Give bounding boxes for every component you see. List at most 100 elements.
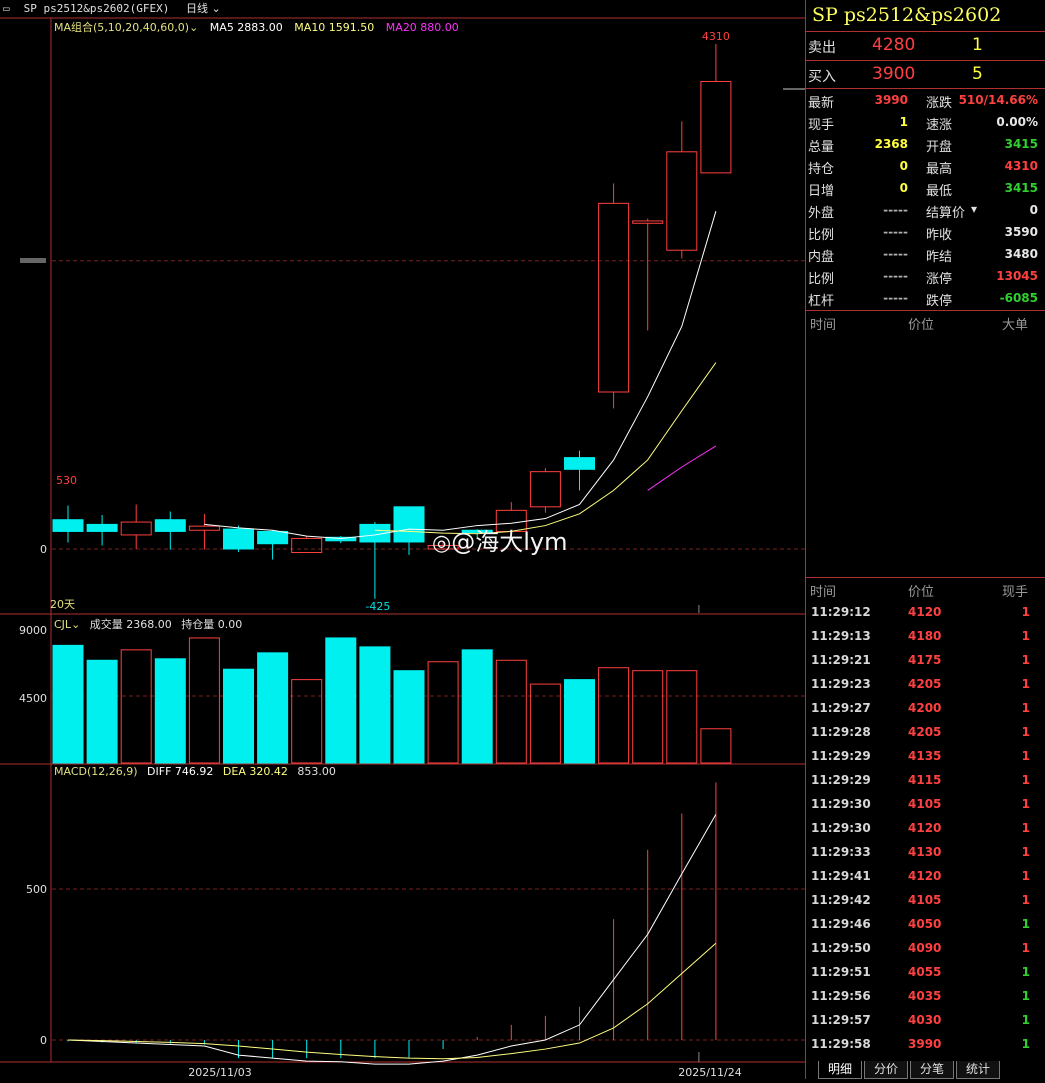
quote-row: 最新 3990 涨跌 510/14.66% [806,90,1045,112]
trade-row[interactable]: 11:29:58 3990 1 [806,1032,1045,1056]
trade-price: 4105 [908,893,942,907]
trade-price: 4090 [908,941,942,955]
chart-canvas[interactable]: 4310 -425 530 0 20天9000 4500 500 0 2025/11/03 202… [0,0,805,1079]
chevron-down-icon: ⌄ [189,21,199,34]
trade-row[interactable]: 11:29:51 4055 1 [806,960,1045,984]
ma20-value: MA20 880.00 [385,21,459,34]
quote-row: 比例 ----- 涨停 13045 [806,266,1045,288]
trade-row[interactable]: 11:29:33 4130 1 [806,840,1045,864]
volume-bar [700,728,732,764]
tab-price-distribution[interactable]: 分价 [864,1061,908,1079]
tab-tick[interactable]: 分笔 [910,1061,954,1079]
quote-label: 日增 [808,184,835,199]
quote-label: 速涨 [926,118,953,133]
watermark-text: @海大lym [451,528,568,556]
ma10-value: MA10 1591.50 [294,21,375,34]
volume-bar [257,652,289,764]
quote-row: 持仓 0 最高 4310 [806,156,1045,178]
trade-row[interactable]: 11:29:30 4120 1 [806,816,1045,840]
trade-row[interactable]: 11:29:29 4135 1 [806,744,1045,768]
trade-volume: 1 [1021,629,1030,643]
trade-row[interactable]: 11:29:28 4205 1 [806,720,1045,744]
trade-volume: 1 [1021,869,1030,883]
trade-row[interactable]: 11:29:23 4205 1 [806,672,1045,696]
macd-label[interactable]: MACD(12,26,9) [54,765,138,778]
trade-time: 11:29:12 [811,605,871,619]
trade-volume: 1 [1021,701,1030,715]
trade-row[interactable]: 11:29:42 4105 1 [806,888,1045,912]
buy-volume: 5 [972,64,983,84]
quote-row: 比例 ----- 昨收 3590 [806,222,1045,244]
ma-combo-label: MA组合(5,10,20,40,60,0) [54,21,190,34]
trade-row[interactable]: 11:29:57 4030 1 [806,1008,1045,1032]
orderbook-buy-row[interactable]: 买入 3900 5 [806,61,1045,89]
volume-bar [325,637,357,764]
quote-value: ----- [883,269,908,283]
candle-body [291,537,323,554]
quote-row: 日增 0 最低 3415 [806,178,1045,200]
trade-row[interactable]: 11:29:41 4120 1 [806,864,1045,888]
window-icon[interactable]: ▭ [3,0,17,18]
dropdown-arrow-icon[interactable]: ▾ [971,202,977,216]
trade-time: 11:29:23 [811,677,871,691]
volume-axis-top-label: 9000 [19,624,47,637]
trade-row[interactable]: 11:29:50 4090 1 [806,936,1045,960]
period-selector[interactable]: 日线 ⌄ [186,2,221,15]
trade-row[interactable]: 11:29:12 4120 1 [806,600,1045,624]
trade-row[interactable]: 11:29:29 4115 1 [806,768,1045,792]
high-price-label: 4310 [702,30,730,43]
candle-body [700,80,732,174]
trade-row[interactable]: 11:29:46 4050 1 [806,912,1045,936]
trade-row[interactable]: 11:29:13 4180 1 [806,624,1045,648]
quote-label: 涨跌 [926,96,953,111]
tab-statistics[interactable]: 统计 [956,1061,1000,1079]
quote-label: 比例 [808,272,835,287]
trade-price: 4135 [908,749,942,763]
volume-bar [427,661,459,764]
macd-value: 853.00 [297,765,336,778]
trade-row[interactable]: 11:29:21 4175 1 [806,648,1045,672]
ma5-value: MA5 2883.00 [209,21,283,34]
trade-volume: 1 [1021,773,1030,787]
quote-value: 3590 [1004,225,1038,239]
quote-value: -6085 [999,291,1038,305]
chevron-down-icon: ⌄ [211,2,221,15]
kline-chart-area[interactable]: 4310 -425 530 0 20天 9000 4500 500 0 2025/11/03 202… [0,0,805,1079]
trade-row[interactable]: 11:29:56 4035 1 [806,984,1045,1008]
trade-time: 11:29:13 [811,629,871,643]
quote-value: 13045 [996,269,1038,283]
candle-body [393,506,425,543]
volume-indicator-selector[interactable]: CJL⌄ [54,618,84,631]
orderbook-sell-row[interactable]: 卖出 4280 1 [806,32,1045,60]
trade-price: 4120 [908,605,942,619]
sell-label: 卖出 [808,40,836,56]
trade-row[interactable]: 11:29:27 4200 1 [806,696,1045,720]
trade-row[interactable]: 11:29:30 4105 1 [806,792,1045,816]
chart-topbar: ▭ SP ps2512&ps2602(GFEX) 日线 ⌄ [0,0,804,18]
trade-volume: 1 [1021,677,1030,691]
trade-price: 4130 [908,845,942,859]
volume-bar [86,659,118,764]
macd-axis-zero-label: 0 [40,1034,47,1047]
volume-legend: CJL⌄ 成交量 2368.00 持仓量 0.00 [54,616,242,632]
trade-volume: 1 [1021,821,1030,835]
date-label: 2025/11/24 [678,1066,741,1079]
big-order-header: 大单 [1002,318,1029,333]
volume-bar [564,679,595,764]
dea-line [67,942,717,1060]
candle-body [598,202,630,393]
trade-volume: 1 [1021,749,1030,763]
tab-detail[interactable]: 明细 [818,1061,862,1079]
trade-price: 4105 [908,797,942,811]
trade-price: 4035 [908,989,942,1003]
macd-axis-500-label: 500 [26,883,47,896]
quote-label: 昨结 [926,250,953,265]
trade-volume: 1 [1021,893,1030,907]
period-label: 日线 [185,2,208,15]
trade-volume: 1 [1021,1013,1030,1027]
ma-combo-selector[interactable]: MA组合(5,10,20,40,60,0)⌄ [54,21,202,34]
quote-value: ----- [883,225,908,239]
quote-value: 3415 [1004,181,1038,195]
quote-label: 总量 [808,140,835,155]
trade-volume: 1 [1021,845,1030,859]
